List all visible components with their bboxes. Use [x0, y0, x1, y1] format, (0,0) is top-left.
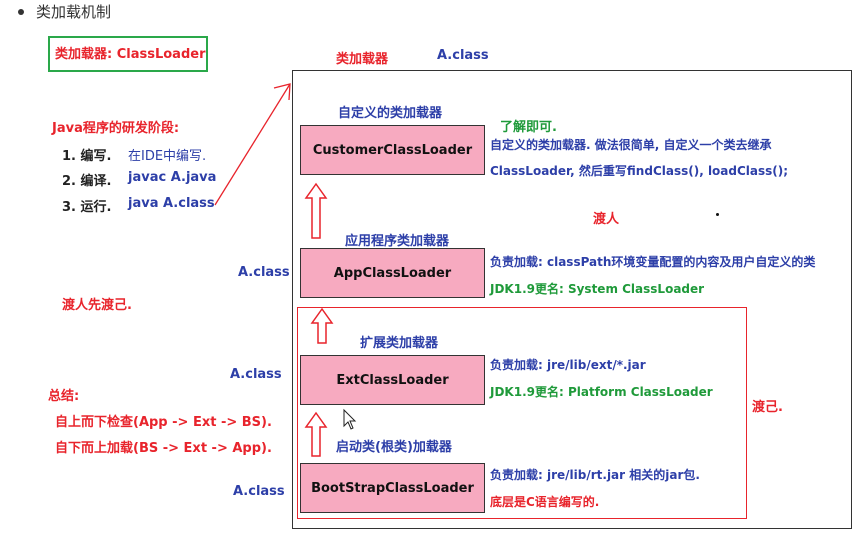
up-arrow-icon	[304, 411, 328, 457]
mouse-cursor-icon	[343, 408, 357, 430]
up-arrow-icon	[304, 182, 328, 239]
diagonal-arrow-icon	[214, 83, 291, 206]
diagram-arrows	[214, 83, 357, 457]
up-arrow-icon	[310, 307, 334, 344]
